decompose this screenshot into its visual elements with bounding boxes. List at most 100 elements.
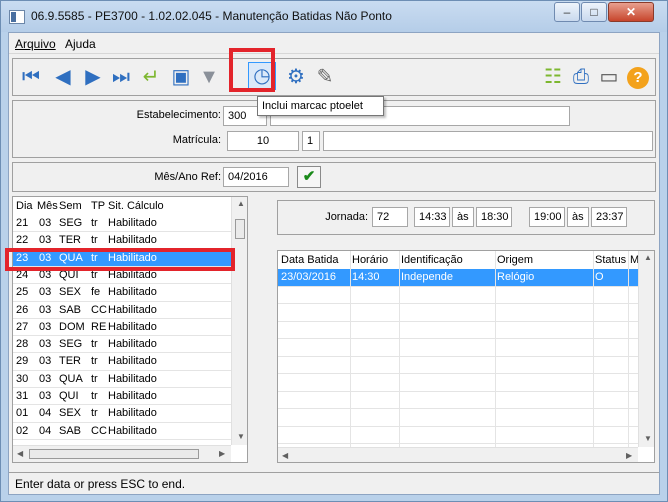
return-icon[interactable]: ↵ [139,65,163,89]
day-row[interactable]: 01 04 SEX tr Habilitado [13,405,231,422]
day-row[interactable]: 22 03 TER tr Habilitado [13,232,231,249]
close-button[interactable]: ✕ [608,2,654,22]
edit-icon[interactable]: ✎ [313,65,337,89]
day-cell-dia: 27 [16,320,29,333]
batida-empty-row[interactable] [278,287,638,304]
day-cell-sit: Habilitado [108,217,157,229]
estabelecimento-label: Estabelecimento: [136,109,221,121]
menu-ajuda[interactable]: Ajuda [65,37,96,51]
day-cell-mes: 03 [39,234,52,247]
highlight-row-box [5,248,235,271]
day-row[interactable]: 28 03 SEG tr Habilitado [13,336,231,353]
day-row[interactable]: 21 03 SEG tr Habilitado [13,215,231,232]
column-divider [593,251,594,447]
day-cell-dia: 31 [16,390,29,402]
day-cell-sem: QUA [59,372,83,385]
col-status[interactable]: Status [595,252,626,268]
menu-arquivo[interactable]: Arquivo [15,37,56,51]
col-identificacao[interactable]: Identificação [401,252,463,268]
col-data-batida[interactable]: Data Batida [281,252,338,268]
jornada-time2-field[interactable]: 18:30 [476,207,512,227]
day-cell-mes: 03 [39,390,52,402]
scroll-up-icon[interactable]: ▲ [644,253,652,262]
jornada-code-field[interactable]: 72 [372,207,408,227]
jornada-as1-label: às [452,207,474,227]
day-row[interactable]: 27 03 DOM RE Habilitado [13,319,231,336]
mesano-field[interactable]: 04/2016 [223,167,289,187]
batida-empty-row[interactable] [278,304,638,321]
col-tp[interactable]: TP [91,198,105,214]
first-icon[interactable]: ⏮ [19,65,43,89]
print-icon[interactable]: ⎙ [569,65,593,89]
day-row[interactable]: 29 03 TER tr Habilitado [13,353,231,370]
matricula-field[interactable]: 10 [227,131,299,151]
day-cell-sit: Habilitado [108,286,157,299]
last-icon[interactable]: ⏭ [109,65,133,89]
next-icon[interactable]: ▶ [81,65,105,89]
days-header: Dia Mês Sem TP Sit. Cálculo [13,198,232,215]
batida-empty-row[interactable] [278,322,638,339]
col-dia[interactable]: Dia [16,198,33,214]
scroll-thumb[interactable] [235,219,245,239]
days-grid: Dia Mês Sem TP Sit. Cálculo 21 03 SEG tr Hab… [12,196,248,463]
confirm-button[interactable]: ✔ [297,166,321,188]
scroll-right-icon[interactable]: ▶ [219,449,225,458]
scroll-left-icon[interactable]: ◀ [282,451,288,460]
batida-empty-row[interactable] [278,427,638,444]
help-icon[interactable]: ? [627,67,649,89]
jornada-time1-field[interactable]: 14:33 [414,207,450,227]
day-cell-dia: 22 [16,234,29,247]
toolbar-tooltip: Inclui marcac ptoelet [257,96,384,116]
batidas-header: Data Batida Horário Identificação Origem… [278,252,639,269]
app-icon [9,10,25,24]
batida-empty-row[interactable] [278,374,638,391]
execute-icon[interactable]: ⚙ [284,65,308,89]
jornada-label: Jornada: [325,211,368,223]
day-cell-dia: 26 [16,303,29,316]
previous-icon[interactable]: ◀ [51,65,75,89]
toolbar: ⏮ ◀ ▶ ⏭ ↵ ▣ ▼ ◷ ⚙ ✎ ☷ ⎙ ▭ ? [12,58,656,96]
zoom-icon[interactable]: ▣ [169,65,193,89]
jornada-time3-field[interactable]: 19:00 [529,207,565,227]
matricula-digit-field[interactable]: 1 [302,131,320,151]
day-row[interactable]: 30 03 QUA tr Habilitado [13,371,231,388]
day-row[interactable]: 31 03 QUI tr Habilitado [13,388,231,405]
column-divider [628,251,629,447]
day-row[interactable]: 25 03 SEX fe Habilitado [13,284,231,301]
batida-empty-row[interactable] [278,357,638,374]
scroll-up-icon[interactable]: ▲ [237,199,245,208]
exit-icon[interactable]: ▭ [597,65,621,89]
batida-empty-row[interactable] [278,392,638,409]
batida-cell-2: Independe [401,271,453,283]
batidas-vscroll[interactable]: ▲ ▼ [638,251,654,447]
batidas-hscroll[interactable]: ◀ ▶ [278,447,638,462]
day-row[interactable]: 02 04 SAB CC Habilitado [13,423,231,440]
minimize-button[interactable]: – [554,2,580,22]
day-cell-dia: 30 [16,372,29,385]
grid-line [13,438,231,440]
days-hscroll[interactable]: ◀ ▶ [13,445,231,462]
hscroll-thumb[interactable] [29,449,199,459]
scroll-down-icon[interactable]: ▼ [644,434,652,443]
scroll-left-icon[interactable]: ◀ [17,449,23,458]
day-cell-mes: 03 [39,338,52,351]
mesano-label: Mês/Ano Ref: [154,171,221,183]
filter-icon[interactable]: ▼ [197,65,221,89]
col-origem[interactable]: Origem [497,252,533,268]
column-divider [495,251,496,447]
scroll-right-icon[interactable]: ▶ [626,451,632,460]
day-row[interactable]: 26 03 SAB CC Habilitado [13,302,231,319]
menu-bar: Arquivo Ajuda [9,33,659,54]
jornada-time4-field[interactable]: 23:37 [591,207,627,227]
scroll-down-icon[interactable]: ▼ [237,432,245,441]
batida-empty-row[interactable] [278,409,638,426]
col-sit[interactable]: Sit. Cálculo [108,198,164,214]
col-sem[interactable]: Sem [59,198,82,214]
batida-row[interactable]: 23/03/2016 14:30 Independe Relógio O [278,269,638,286]
maximize-button[interactable]: □ [581,2,607,22]
tree-icon[interactable]: ☷ [541,65,565,89]
days-vscroll[interactable]: ▲ ▼ [231,197,247,445]
col-mes[interactable]: Mês [37,198,58,214]
batida-empty-row[interactable] [278,339,638,356]
col-horario[interactable]: Horário [352,252,388,268]
